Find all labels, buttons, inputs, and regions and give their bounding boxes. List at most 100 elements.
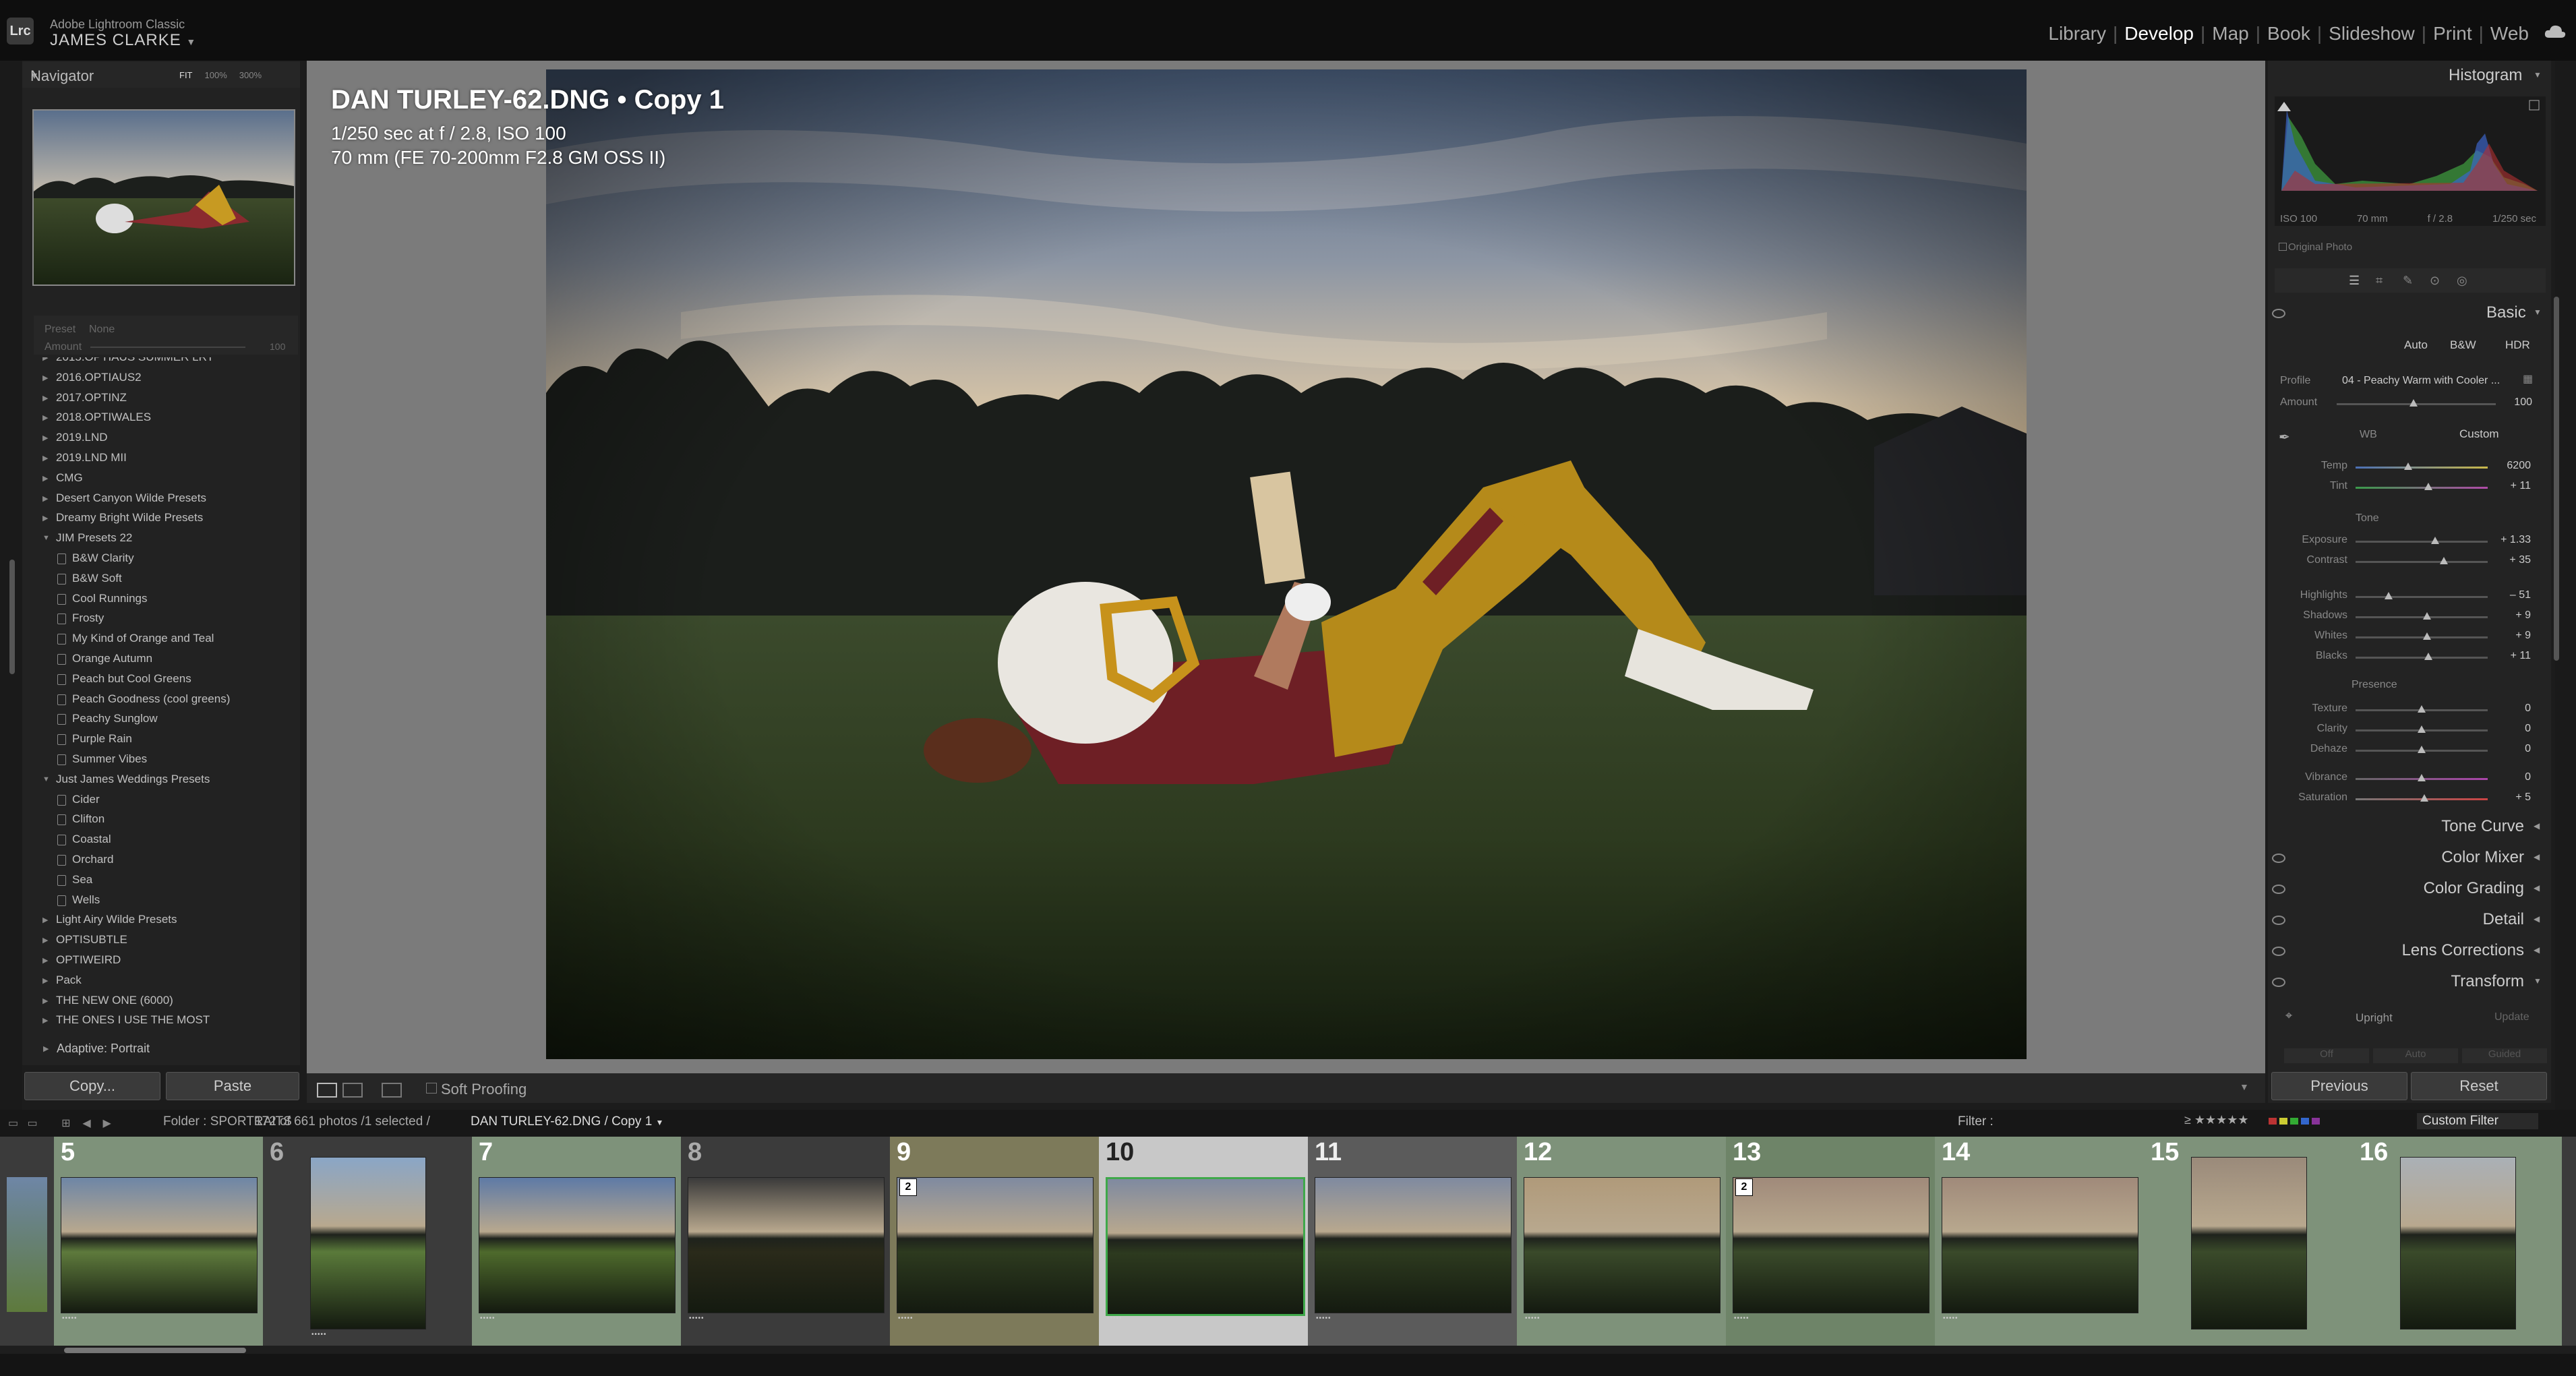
slider-value[interactable]: + 11 <box>2490 480 2531 492</box>
preset-group[interactable]: Light Airy Wilde Presets <box>56 913 177 926</box>
slider-value[interactable]: 0 <box>2490 743 2531 755</box>
expand-triangle-icon[interactable]: ▶ <box>42 433 48 442</box>
filmstrip-cell[interactable]: 11 ••••• <box>1308 1137 1517 1346</box>
upright-guided-button[interactable]: Guided <box>2462 1048 2547 1063</box>
loupe-view-icon[interactable] <box>317 1083 337 1098</box>
profile-browser-icon[interactable]: ▦ <box>2523 372 2533 386</box>
collapse-triangle-icon[interactable]: ▼ <box>42 534 50 542</box>
module-library[interactable]: Library <box>2041 23 2113 44</box>
rating-dots[interactable]: ••••• <box>689 1315 705 1322</box>
preset-item[interactable]: Wells <box>72 893 100 907</box>
preset-group[interactable]: CMG <box>56 471 83 485</box>
slider-value[interactable]: 0 <box>2490 723 2531 735</box>
filmstrip-scroll-track[interactable] <box>0 1346 2576 1354</box>
preset-item[interactable]: Orange Autumn <box>72 652 152 665</box>
left-scrollbar[interactable] <box>9 560 15 674</box>
slider-shadows[interactable] <box>2356 616 2488 618</box>
update-button[interactable]: Update <box>2494 1011 2529 1023</box>
expand-triangle-icon[interactable]: ▶ <box>42 956 48 965</box>
module-map[interactable]: Map <box>2205 23 2255 44</box>
panel-visibility-eye-icon[interactable] <box>2272 916 2285 925</box>
preset-item[interactable]: Summer Vibes <box>72 752 147 766</box>
basic-panel-title[interactable]: Basic <box>2486 303 2526 322</box>
edit-sliders-icon[interactable]: ☰ <box>2349 274 2360 288</box>
preset-group[interactable]: 2016.OPTIAUS2 <box>56 371 142 384</box>
rating-dots[interactable]: ••••• <box>1525 1315 1540 1322</box>
filmstrip-cell[interactable]: 14 ••••• <box>1935 1137 2144 1346</box>
expand-triangle-icon[interactable]: ▶ <box>42 474 48 483</box>
expand-triangle-icon[interactable]: ◀ <box>2534 914 2540 924</box>
slider-value[interactable]: + 11 <box>2490 650 2531 662</box>
compare-view-icon[interactable] <box>382 1083 402 1098</box>
slider-knob[interactable] <box>2440 557 2449 564</box>
panel-detail[interactable]: Detail <box>2483 910 2524 929</box>
zoom-fit[interactable]: FIT <box>179 70 193 80</box>
slider-knob[interactable] <box>2418 725 2426 733</box>
preset-group[interactable]: Dreamy Bright Wilde Presets <box>56 511 203 525</box>
upright-auto-button[interactable]: Auto <box>2373 1048 2458 1063</box>
rating-dots[interactable]: ••••• <box>311 1331 327 1338</box>
preset-group[interactable]: 2017.OPTINZ <box>56 391 127 405</box>
slider-value[interactable]: + 5 <box>2490 791 2531 804</box>
zoom-300[interactable]: 300% <box>239 70 262 80</box>
slider-value[interactable]: 6200 <box>2490 460 2531 472</box>
healing-icon[interactable]: ✎ <box>2403 274 2413 288</box>
selected-file[interactable]: DAN TURLEY-62.DNG / Copy 1 ▼ <box>471 1114 663 1129</box>
slider-value[interactable]: 0 <box>2490 771 2531 783</box>
preset-group[interactable]: 2019.LND <box>56 431 108 444</box>
panel-visibility-eye-icon[interactable] <box>2272 885 2285 894</box>
forward-arrow-icon[interactable]: ▶ <box>102 1118 111 1129</box>
preset-group[interactable]: JIM Presets 22 <box>56 531 132 545</box>
module-book[interactable]: Book <box>2260 23 2317 44</box>
panel-visibility-eye-icon[interactable] <box>2272 854 2285 863</box>
purple-label-icon[interactable] <box>2312 1118 2320 1125</box>
expand-triangle-icon[interactable]: ◀ <box>2534 852 2540 862</box>
rating-dots[interactable]: ••••• <box>1107 1315 1122 1322</box>
histogram[interactable] <box>2275 96 2546 226</box>
slider-value[interactable]: 0 <box>2490 702 2531 715</box>
slider-whites[interactable] <box>2356 636 2488 638</box>
slider-knob[interactable] <box>2424 653 2432 660</box>
filmstrip-cell[interactable]: 13 2 ••••• <box>1726 1137 1935 1346</box>
slider-value[interactable]: + 9 <box>2490 630 2531 642</box>
masking-icon[interactable]: ◎ <box>2457 274 2467 288</box>
panel-visibility-eye-icon[interactable] <box>2272 947 2285 956</box>
soft-proofing-checkbox[interactable] <box>426 1083 437 1094</box>
panel-color-grading[interactable]: Color Grading <box>2424 879 2524 898</box>
previous-button[interactable]: Previous <box>2271 1072 2407 1100</box>
basic-visibility-eye-icon[interactable] <box>2272 309 2285 318</box>
preset-item[interactable]: My Kind of Orange and Teal <box>72 632 214 645</box>
expand-triangle-icon[interactable]: ▶ <box>42 394 48 402</box>
histogram-title[interactable]: Histogram <box>2449 66 2522 85</box>
main-photo[interactable] <box>546 69 2027 1059</box>
expand-triangle-icon[interactable]: ▶ <box>42 1016 48 1025</box>
slider-knob[interactable] <box>2418 705 2426 713</box>
preset-group[interactable]: 2018.OPTIWALES <box>56 411 151 424</box>
slider-value[interactable]: – 51 <box>2490 589 2531 601</box>
rating-dots[interactable]: ••••• <box>1316 1315 1331 1322</box>
filmstrip-cell[interactable]: 10 ••••• <box>1099 1137 1308 1346</box>
copy-button[interactable]: Copy... <box>24 1072 160 1100</box>
collapse-triangle-icon[interactable]: ▼ <box>42 775 50 783</box>
panel-tone-curve[interactable]: Tone Curve <box>2441 817 2524 836</box>
expand-triangle-icon[interactable]: ▶ <box>42 373 48 382</box>
adaptive-portrait-group[interactable]: Adaptive: Portrait <box>57 1042 150 1056</box>
rating-dots[interactable]: ••••• <box>898 1315 913 1322</box>
module-web[interactable]: Web <box>2484 23 2536 44</box>
preset-item[interactable]: Coastal <box>72 833 111 846</box>
slider-contrast[interactable] <box>2356 561 2488 563</box>
green-label-icon[interactable] <box>2290 1118 2298 1125</box>
filmstrip-cell[interactable]: 8 ••••• <box>681 1137 890 1346</box>
cloud-icon[interactable] <box>2544 24 2567 39</box>
preset-group[interactable]: Desert Canyon Wilde Presets <box>56 491 206 505</box>
yellow-label-icon[interactable] <box>2279 1118 2287 1125</box>
crop-icon[interactable]: ⌗ <box>2376 274 2383 288</box>
rating-filter[interactable]: ≥ ★★★★★ <box>2184 1113 2249 1127</box>
color-label-filter[interactable] <box>2269 1118 2320 1125</box>
filmstrip-scroll-thumb[interactable] <box>64 1348 246 1353</box>
filmstrip-cell[interactable]: 6 ••••• <box>263 1137 472 1346</box>
expand-triangle-icon[interactable]: ▶ <box>42 494 48 503</box>
filmstrip-cell[interactable]: 12 ••••• <box>1517 1137 1726 1346</box>
slider-exposure[interactable] <box>2356 541 2488 543</box>
preset-group[interactable]: OPTIWEIRD <box>56 953 121 967</box>
